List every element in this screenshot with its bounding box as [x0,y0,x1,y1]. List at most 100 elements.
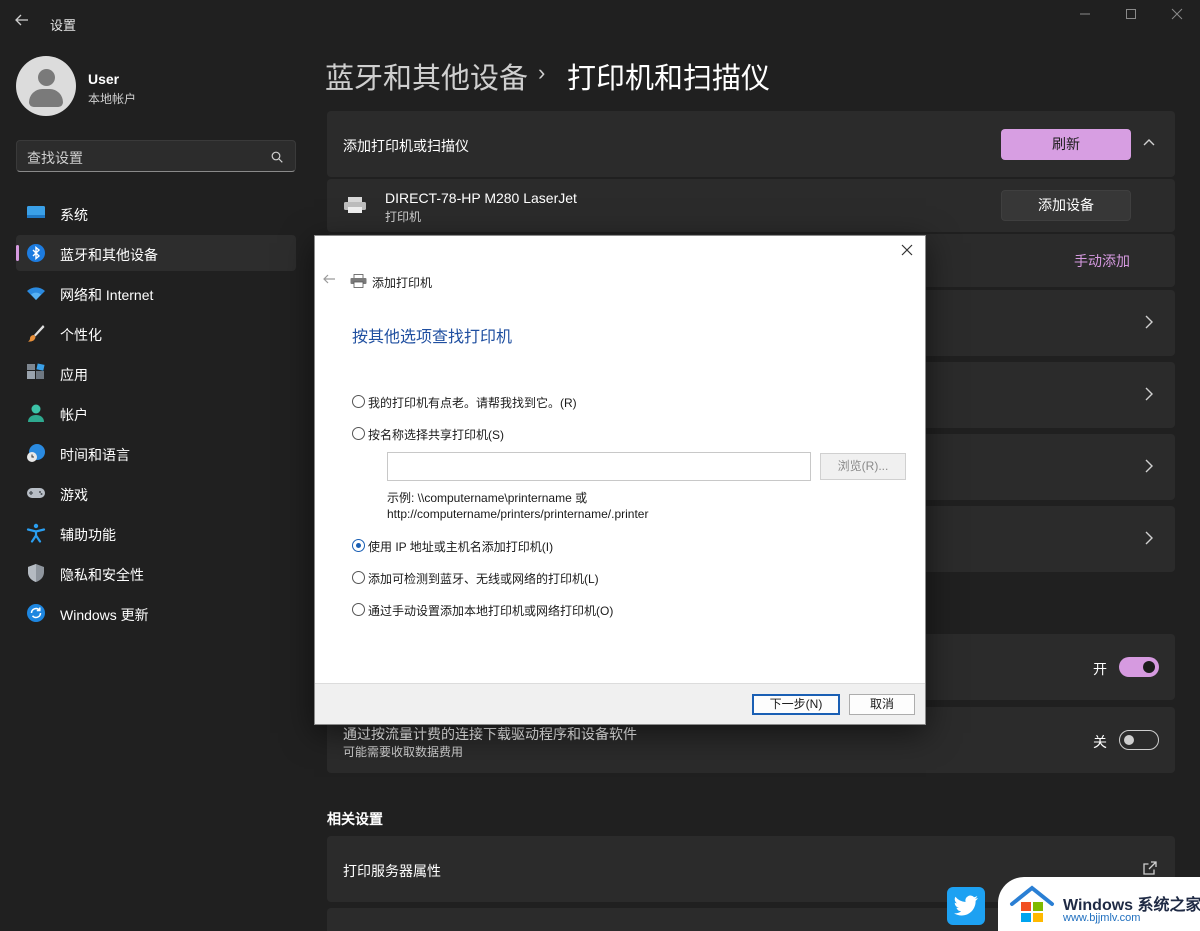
sidebar-item-accessibility[interactable]: 辅助功能 [16,515,296,551]
sidebar-item-personalization[interactable]: 个性化 [16,315,296,351]
chevron-right-icon [1143,458,1155,479]
toggle-switch-on[interactable] [1119,657,1159,677]
sidebar-item-label: 隐私和安全性 [60,567,144,583]
sidebar-item-accounts[interactable]: 帐户 [16,395,296,431]
dialog-heading: 按其他选项查找打印机 [352,329,513,346]
browse-button[interactable]: 浏览(R)... [820,453,906,480]
option-label: 使用 IP 地址或主机名添加打印机(I) [368,540,554,554]
account-type: 本地帐户 [88,92,137,106]
sidebar-item-label: 帐户 [60,407,88,423]
chevron-right-icon [1143,386,1155,407]
toggle-state-label: 关 [1093,734,1107,750]
breadcrumb-parent[interactable]: 蓝牙和其他设备 [325,55,528,97]
sidebar-item-gaming[interactable]: 游戏 [16,475,296,511]
radio-button[interactable] [352,603,365,616]
cancel-button[interactable]: 取消 [849,694,915,715]
sidebar-item-time-language[interactable]: 时间和语言 [16,435,296,471]
avatar-body [29,89,63,107]
toggle-knob [1143,661,1155,673]
windows-house-logo-icon [1008,884,1056,926]
watermark-url: www.bjjmlv.com [1063,912,1141,924]
dialog-title: 添加打印机 [372,276,433,290]
sidebar-item-apps[interactable]: 应用 [16,355,296,391]
radio-button[interactable] [352,395,365,408]
sidebar-item-label: 游戏 [60,487,88,503]
back-arrow-icon[interactable] [322,272,336,291]
toggle-switch-off[interactable] [1119,730,1159,750]
metered-subtitle: 可能需要收取数据费用 [343,745,464,759]
option-label: 按名称选择共享打印机(S) [368,428,504,442]
sidebar-item-label: 辅助功能 [60,527,116,543]
sidebar-item-network[interactable]: 网络和 Internet [16,275,296,311]
add-printer-title: 添加打印机或扫描仪 [343,138,469,154]
chevron-up-icon[interactable] [1141,135,1161,155]
sidebar-item-label: 网络和 Internet [60,287,154,303]
sidebar-item-label: 时间和语言 [60,447,130,463]
brush-icon [26,323,46,343]
shared-printer-name-input[interactable] [387,452,811,481]
add-printer-header-card: 添加打印机或扫描仪 刷新 [327,111,1175,177]
gamepad-icon [26,483,46,503]
accessibility-icon [26,523,46,543]
sidebar-item-privacy-security[interactable]: 隐私和安全性 [16,555,296,591]
apps-icon [26,363,46,383]
found-printer-name: DIRECT-78-HP M280 LaserJet [385,190,577,206]
next-button[interactable]: 下一步(N) [752,694,840,715]
refresh-icon [26,603,46,623]
refresh-button[interactable]: 刷新 [1001,129,1131,160]
close-icon[interactable] [897,240,917,260]
option-label: 通过手动设置添加本地打印机或网络打印机(O) [368,604,614,618]
avatar-head [38,69,55,86]
globe-clock-icon [26,443,46,463]
sidebar-item-label: 蓝牙和其他设备 [60,247,158,263]
sidebar-item-bluetooth[interactable]: 蓝牙和其他设备 [16,235,296,271]
metered-title: 通过按流量计费的连接下载驱动程序和设备软件 [343,726,637,742]
maximize-icon[interactable] [1108,4,1154,30]
search-placeholder: 查找设置 [27,150,83,166]
printer-icon [343,196,367,214]
chevron-right-icon [1143,314,1155,335]
example-line-1: 示例: \\computername\printername 或 [387,491,588,505]
toggle-knob [1124,735,1134,745]
found-printer-type: 打印机 [385,210,422,224]
back-arrow-icon[interactable] [14,12,34,32]
shield-icon [26,563,46,583]
example-line-2: http://computername/printers/printername… [387,507,649,521]
printer-icon [350,274,367,288]
monitor-icon [26,203,46,223]
dialog-footer: 下一步(N) 取消 [315,683,925,724]
found-printer-row: DIRECT-78-HP M280 LaserJet 打印机 添加设备 [327,179,1175,232]
related-settings-heading: 相关设置 [327,811,383,827]
page-title: 打印机和扫描仪 [567,63,771,95]
option-label: 添加可检测到蓝牙、无线或网络的打印机(L) [368,572,599,586]
sidebar-item-windows-update[interactable]: Windows 更新 [16,595,296,631]
radio-button[interactable] [352,571,365,584]
sidebar-item-system[interactable]: 系统 [16,195,296,231]
radio-button-selected[interactable] [352,539,365,552]
minimize-icon[interactable] [1062,4,1108,30]
twitter-logo-icon [947,887,985,925]
search-icon[interactable] [271,150,283,163]
wifi-icon [26,283,46,303]
sidebar-item-label: Windows 更新 [60,607,149,623]
breadcrumb-separator: › [538,60,546,85]
add-printer-dialog: 添加打印机 按其他选项查找打印机 我的打印机有点老。请帮我找到它。(R) 按名称… [314,235,926,725]
avatar[interactable] [16,56,76,116]
app-title: 设置 [50,18,77,33]
manual-add-link[interactable]: 手动添加 [1074,251,1130,271]
sidebar-item-label: 系统 [60,207,88,223]
toggle-state-label: 开 [1093,661,1107,677]
person-icon [26,403,46,423]
chevron-right-icon [1143,530,1155,551]
sidebar-item-label: 个性化 [60,327,102,343]
radio-button[interactable] [352,427,365,440]
bluetooth-icon [26,243,46,263]
selection-indicator [16,245,19,261]
user-name: User [88,71,120,87]
sidebar-item-label: 应用 [60,367,88,383]
print-server-label: 打印服务器属性 [343,863,441,879]
add-device-button[interactable]: 添加设备 [1001,190,1131,221]
close-icon[interactable] [1154,4,1200,30]
search-input[interactable]: 查找设置 [16,140,296,172]
option-label: 我的打印机有点老。请帮我找到它。(R) [368,396,577,410]
